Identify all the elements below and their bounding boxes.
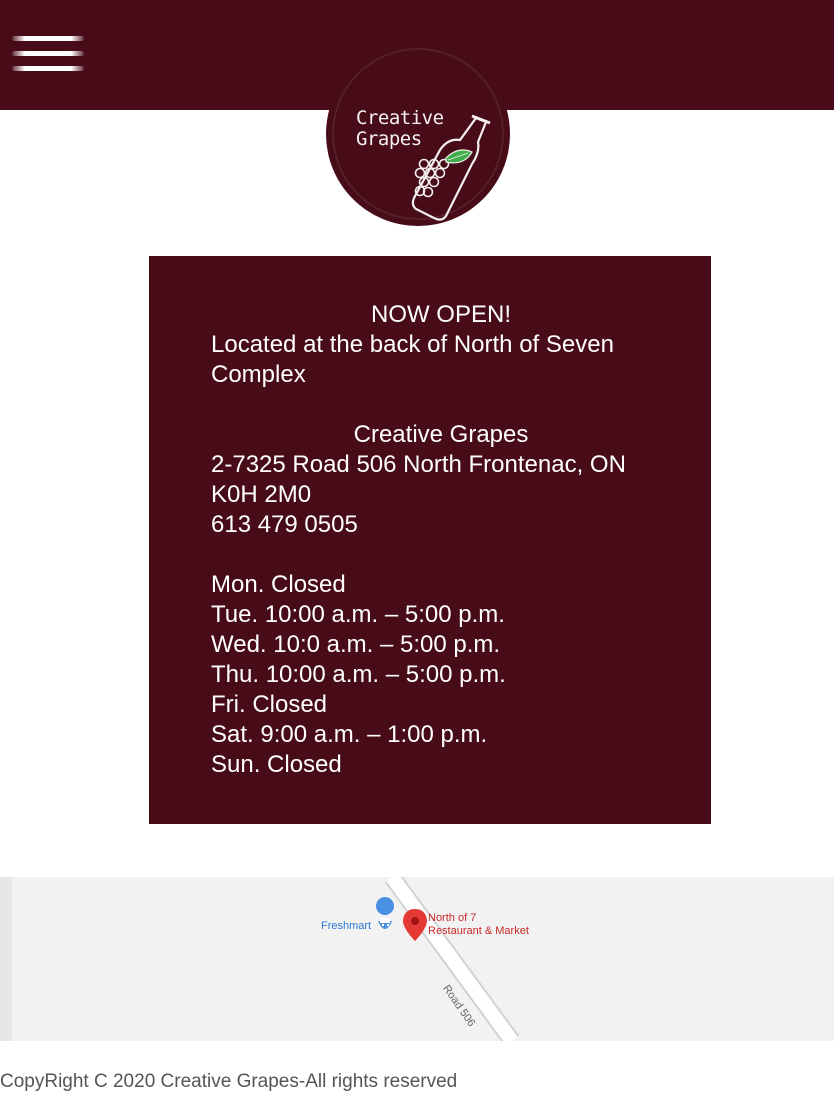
menu-line-bottom [12, 66, 84, 71]
hours-fri: Fri. Closed [211, 691, 328, 718]
hamburger-menu-button[interactable] [12, 34, 86, 74]
phone-number[interactable]: 613 479 0505 [211, 510, 671, 540]
location-map[interactable]: Freshmart North of 7 Restaurant & Market… [0, 877, 834, 1041]
menu-line-top [12, 36, 84, 41]
hours-thu: Thu. 10:00 a.m. – 5:00 p.m. [211, 661, 506, 688]
wine-bottle-grapes-icon [411, 114, 491, 221]
hours-wed: Wed. 10:0 a.m. – 5:00 p.m. [211, 631, 501, 658]
copyright-footer: CopyRight C 2020 Creative Grapes-All rig… [0, 1071, 458, 1092]
freshmart-label[interactable]: Freshmart [321, 920, 371, 933]
store-info-panel: NOW OPEN! Located at the back of North o… [149, 256, 711, 824]
location-note: Located at the back of North of Seven Co… [211, 331, 614, 388]
hours-sat: Sat. 9:00 a.m. – 1:00 p.m. [211, 721, 488, 748]
business-name: Creative Grapes [353, 421, 529, 448]
hours-mon: Mon. Closed [211, 571, 346, 598]
hours-tue: Tue. 10:00 a.m. – 5:00 p.m. [211, 601, 505, 628]
store-info-content: NOW OPEN! Located at the back of North o… [211, 300, 671, 780]
site-logo[interactable]: Creative Grapes [326, 42, 510, 226]
marker-label-line-1[interactable]: North of 7 [428, 912, 476, 925]
hours-sun: Sun. Closed [211, 751, 342, 778]
map-roads [0, 877, 834, 1041]
menu-line-middle [12, 51, 84, 56]
marker-label-line-2[interactable]: Restaurant & Market [428, 925, 529, 938]
now-open-headline: NOW OPEN! [370, 301, 511, 328]
business-address: 2-7325 Road 506 North Frontenac, ON K0H … [211, 451, 626, 508]
